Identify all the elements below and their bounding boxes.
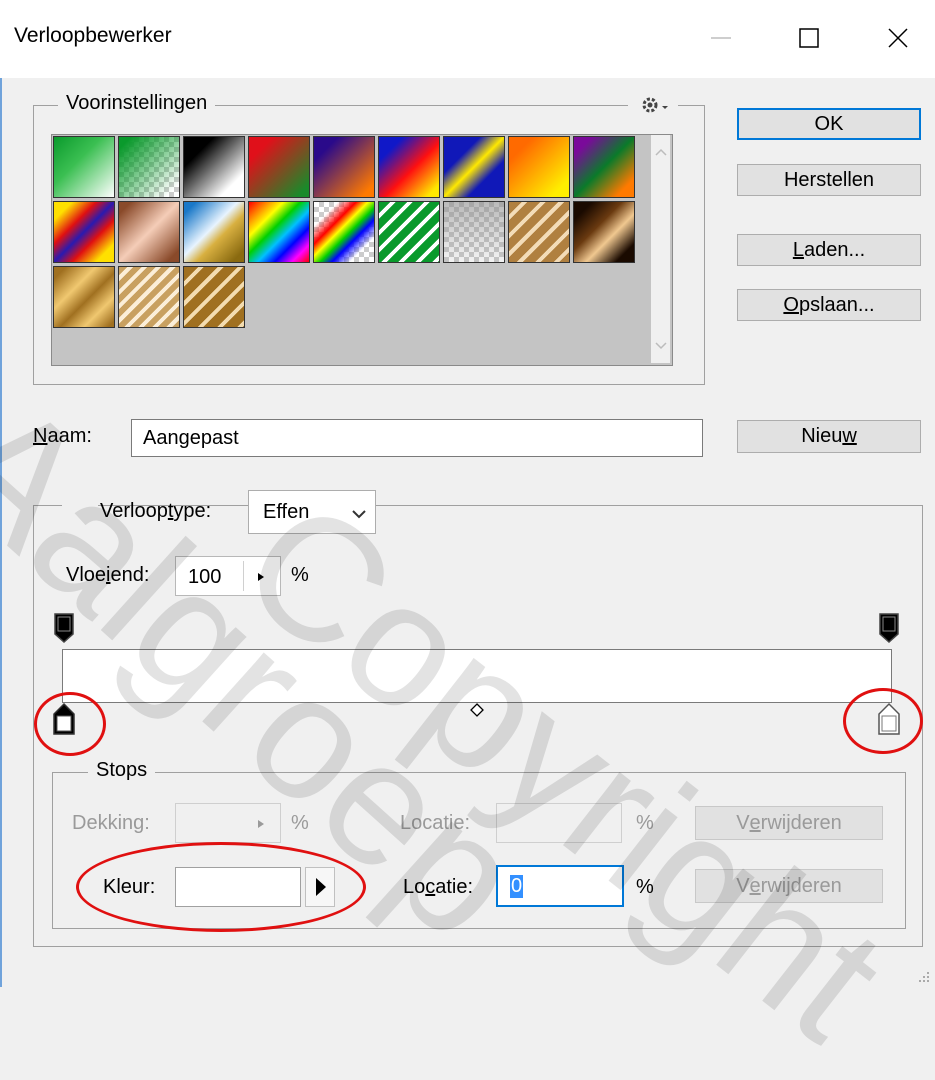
location-unit-disabled: %	[636, 812, 654, 834]
name-input[interactable]: Aangepast	[131, 419, 703, 457]
gradient-bar[interactable]	[62, 649, 892, 703]
name-label-post: aam:	[47, 425, 92, 447]
preset-swatch[interactable]	[118, 266, 180, 328]
preset-swatch[interactable]	[118, 136, 180, 198]
smoothness-label: Vloeiend:	[66, 564, 149, 587]
field-divider	[243, 561, 244, 591]
preset-swatch[interactable]	[183, 266, 245, 328]
location-label-post: atie:	[435, 876, 474, 898]
smoothness-label-pre: Vloe	[66, 564, 107, 586]
opacity-label: Dekking:	[72, 812, 150, 834]
minimize-icon	[711, 37, 731, 39]
load-label-u: L	[792, 238, 804, 261]
preset-swatch[interactable]	[313, 136, 375, 198]
minimize-button[interactable]	[691, 10, 751, 66]
preset-swatch[interactable]	[313, 201, 375, 263]
stops-title: Stops	[88, 759, 156, 782]
maximize-button[interactable]	[779, 10, 839, 66]
delete-color-stop-button: Ve rwijderen	[695, 869, 883, 903]
preset-swatch[interactable]	[573, 136, 635, 198]
close-button[interactable]	[868, 10, 928, 66]
preset-list[interactable]	[51, 134, 673, 366]
resize-grip-icon[interactable]	[915, 970, 933, 986]
reset-button[interactable]: Herstellen	[737, 164, 921, 196]
preset-swatch[interactable]	[118, 201, 180, 263]
new-label-u: w	[842, 425, 857, 447]
location-label: Locatie:	[403, 876, 473, 899]
name-label: Naam:	[33, 425, 92, 448]
preset-swatch[interactable]	[53, 136, 115, 198]
location-input[interactable]: 0	[496, 865, 624, 907]
group-title-gap	[62, 495, 98, 515]
maximize-icon	[799, 28, 819, 48]
preset-swatch[interactable]	[443, 201, 505, 263]
location-label-disabled: Locatie:	[400, 812, 471, 834]
preset-swatch[interactable]	[573, 201, 635, 263]
location-unit: %	[636, 876, 654, 898]
delete-opacity-stop-button: Ve rwijderen	[695, 806, 883, 840]
preset-scrollbar[interactable]	[651, 135, 670, 363]
preset-swatch[interactable]	[508, 201, 570, 263]
save-label-post: psla​an...	[798, 293, 875, 316]
window-border	[0, 78, 2, 987]
gradient-type-value: Effen	[263, 501, 310, 523]
play-arrow-icon	[258, 820, 264, 828]
delete2-label-pre: V	[736, 874, 750, 897]
load-button[interactable]: Laden...	[737, 234, 921, 266]
window-title: Verloopbewerker	[14, 24, 172, 47]
gradient-type-label-post: ype:	[173, 500, 212, 522]
preset-swatch[interactable]	[53, 201, 115, 263]
annotation-circle-left-stop	[34, 692, 106, 756]
location-field-disabled	[496, 803, 622, 843]
smoothness-field[interactable]: 100	[175, 556, 281, 596]
gradient-type-label-pre: Verloop	[100, 500, 168, 522]
opacity-stop-right-icon[interactable]	[878, 612, 900, 644]
location-label-u: c	[425, 876, 436, 898]
preset-swatch[interactable]	[378, 201, 440, 263]
midpoint-diamond-icon[interactable]	[470, 703, 484, 717]
annotation-circle-right-stop	[843, 688, 923, 754]
new-button[interactable]: Nieu w	[737, 420, 921, 453]
smoothness-unit: %	[291, 564, 309, 586]
delete2-label-post: rwijderen	[760, 874, 842, 897]
smoothness-value: 100	[188, 566, 222, 588]
preset-swatch[interactable]	[53, 266, 115, 328]
ok-button[interactable]: OK	[737, 108, 921, 140]
preset-swatch[interactable]	[183, 201, 245, 263]
gradient-type-label: Verlooptype:	[100, 500, 211, 523]
delete2-label-u: e	[749, 874, 761, 897]
location-value: 0	[510, 875, 524, 898]
gradient-type-select[interactable]: Effen	[248, 490, 376, 534]
preset-swatch[interactable]	[248, 136, 310, 198]
annotation-circle-color	[76, 842, 366, 932]
presets-title: Voorinstellingen	[58, 92, 216, 115]
presets-menu-button[interactable]	[628, 92, 678, 118]
preset-swatch[interactable]	[508, 136, 570, 198]
preset-swatch[interactable]	[378, 136, 440, 198]
scroll-up-icon[interactable]	[654, 147, 668, 157]
preset-swatch[interactable]	[248, 201, 310, 263]
delete1-label-post: rwijderen	[760, 811, 842, 834]
save-label-u: O	[783, 293, 799, 316]
opacity-unit: %	[291, 812, 309, 834]
save-button[interactable]: Opsla​an...	[737, 289, 921, 321]
preset-swatch[interactable]	[443, 136, 505, 198]
location-label-pre: Lo	[403, 876, 426, 898]
preset-swatch[interactable]	[183, 136, 245, 198]
name-label-u: N	[33, 425, 48, 447]
gear-icon	[642, 97, 668, 113]
close-icon	[888, 28, 908, 48]
play-arrow-icon[interactable]	[256, 571, 266, 583]
new-label-pre: Nieu	[801, 425, 843, 447]
opacity-field	[175, 803, 281, 843]
delete1-label-pre: V	[736, 811, 750, 834]
load-label-post: aden...	[803, 238, 866, 261]
opacity-stop-left-icon[interactable]	[53, 612, 75, 644]
smoothness-label-post: end:	[110, 564, 150, 586]
scroll-down-icon[interactable]	[654, 341, 668, 351]
delete1-label-u: e	[749, 811, 761, 834]
chevron-down-icon	[352, 510, 366, 519]
